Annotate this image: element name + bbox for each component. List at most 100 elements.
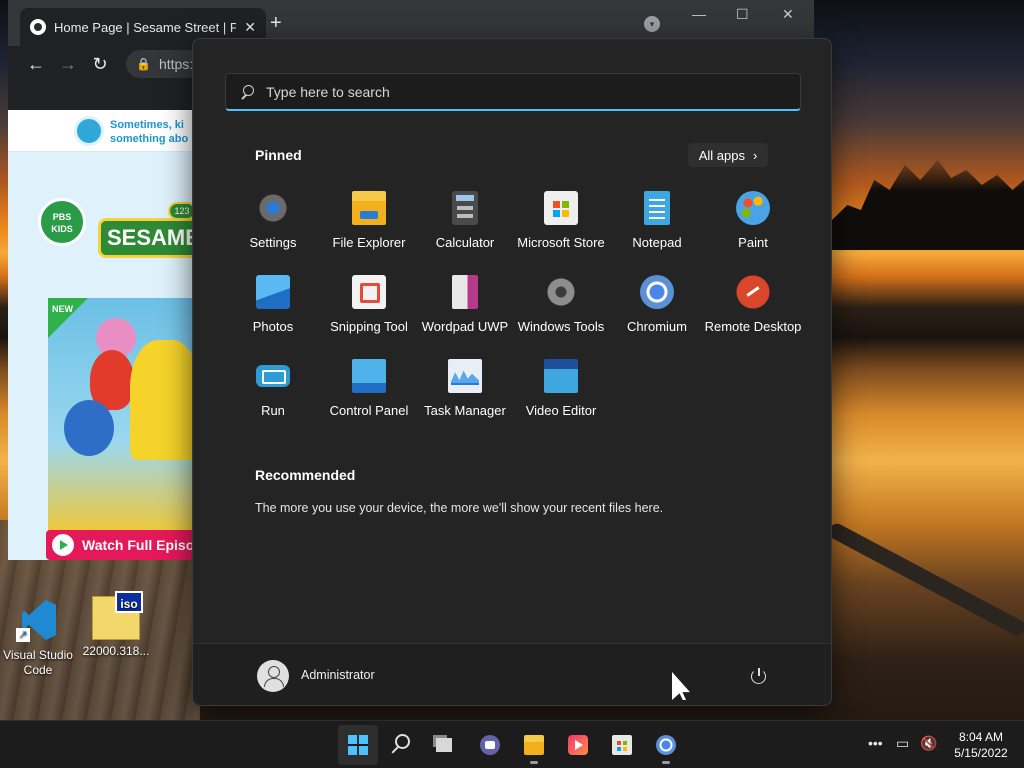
pinned-app-snipping-tool[interactable]: Snipping Tool bbox=[321, 269, 417, 353]
pinned-app-label: Photos bbox=[252, 319, 294, 334]
file-explorer-icon bbox=[524, 735, 544, 755]
maximize-button[interactable]: ☐ bbox=[736, 6, 749, 23]
media-player-icon bbox=[568, 735, 588, 755]
volume-muted-icon[interactable]: 🔇 bbox=[920, 735, 937, 752]
chromium-icon bbox=[640, 275, 674, 309]
power-icon[interactable] bbox=[751, 668, 767, 684]
taskbar-clock[interactable]: 8:04 AM 5/15/2022 bbox=[946, 729, 1016, 761]
file-explorer-icon bbox=[352, 191, 386, 225]
iso-file-icon: iso bbox=[92, 591, 143, 640]
vscode-icon: ↗ bbox=[14, 596, 62, 644]
pinned-app-windows-tools[interactable]: Windows Tools bbox=[513, 269, 609, 353]
start-menu: Type here to search Pinned All apps › Se… bbox=[192, 38, 832, 706]
pinned-app-microsoft-store[interactable]: Microsoft Store bbox=[513, 185, 609, 269]
search-icon bbox=[240, 84, 254, 99]
pinned-app-photos[interactable]: Photos bbox=[225, 269, 321, 353]
pinned-app-label: Video Editor bbox=[525, 403, 597, 418]
new-tab-button[interactable]: + bbox=[270, 12, 282, 35]
pinned-app-calculator[interactable]: Calculator bbox=[417, 185, 513, 269]
search-icon bbox=[395, 734, 410, 749]
notepad-icon bbox=[644, 191, 670, 225]
pinned-app-wordpad[interactable]: Wordpad UWP bbox=[417, 269, 513, 353]
windows-tools-icon bbox=[544, 275, 578, 309]
pinned-app-control-panel[interactable]: Control Panel bbox=[321, 353, 417, 437]
back-icon[interactable]: ← bbox=[20, 54, 52, 75]
tray-overflow-icon[interactable]: ••• bbox=[868, 735, 883, 751]
start-search-input[interactable]: Type here to search bbox=[225, 73, 801, 111]
lightbulb-icon bbox=[74, 116, 104, 146]
taskbar-store-button[interactable] bbox=[602, 725, 642, 765]
pinned-app-paint[interactable]: Paint bbox=[705, 185, 801, 269]
pinned-app-label: Windows Tools bbox=[517, 319, 605, 334]
run-icon bbox=[256, 365, 290, 387]
pinned-app-video-editor[interactable]: Video Editor bbox=[513, 353, 609, 437]
network-icon[interactable]: ▭ bbox=[896, 735, 909, 752]
taskbar-media-player-button[interactable] bbox=[558, 725, 598, 765]
taskbar-task-view-button[interactable] bbox=[426, 725, 466, 765]
running-indicator bbox=[662, 761, 670, 764]
video-editor-icon bbox=[544, 359, 578, 393]
pinned-app-label: Paint bbox=[738, 235, 768, 250]
search-placeholder: Type here to search bbox=[266, 83, 390, 100]
desktop-icon-iso[interactable]: iso 22000.318... bbox=[80, 591, 152, 659]
reload-icon[interactable]: ↻ bbox=[84, 54, 116, 75]
photos-icon bbox=[256, 275, 290, 309]
chromium-icon bbox=[656, 735, 676, 755]
start-footer: Administrator bbox=[193, 643, 831, 705]
pinned-app-settings[interactable]: Settings bbox=[225, 185, 321, 269]
pinned-app-task-manager[interactable]: Task Manager bbox=[417, 353, 513, 437]
remote-desktop-icon bbox=[736, 275, 770, 309]
pinned-app-file-explorer[interactable]: File Explorer bbox=[321, 185, 417, 269]
chevron-right-icon: › bbox=[752, 147, 758, 163]
user-avatar-icon[interactable] bbox=[257, 660, 289, 692]
pinned-app-label: Settings bbox=[249, 235, 297, 250]
watch-full-episodes-button[interactable]: Watch Full Episo bbox=[46, 530, 208, 560]
pbs-kids-logo[interactable]: PBS KIDS bbox=[38, 198, 86, 246]
clock-date: 5/15/2022 bbox=[954, 746, 1008, 760]
pinned-heading: Pinned bbox=[255, 147, 302, 163]
pinned-app-label: Remote Desktop bbox=[704, 319, 802, 334]
desktop-icon-vscode[interactable]: ↗ Visual Studio Code bbox=[2, 596, 74, 678]
iso-badge: iso bbox=[115, 591, 143, 613]
taskbar-chromium-button[interactable] bbox=[646, 725, 686, 765]
pinned-app-label: Run bbox=[261, 403, 285, 418]
pinned-app-label: Snipping Tool bbox=[330, 319, 408, 334]
close-window-button[interactable]: ✕ bbox=[782, 6, 794, 23]
pinned-app-label: Wordpad UWP bbox=[421, 319, 509, 334]
banner-text[interactable]: Sometimes, ki something abo bbox=[110, 118, 200, 146]
taskbar-file-explorer-button[interactable] bbox=[514, 725, 554, 765]
taskbar-start-button[interactable] bbox=[338, 725, 378, 765]
all-apps-label: All apps bbox=[698, 147, 745, 163]
microsoft-store-icon bbox=[612, 735, 632, 755]
task-view-icon bbox=[436, 738, 452, 752]
minimize-button[interactable]: — bbox=[692, 6, 706, 22]
lock-icon: 🔒 bbox=[136, 57, 151, 71]
tab-close-icon[interactable]: ✕ bbox=[244, 19, 256, 36]
all-apps-button[interactable]: All apps › bbox=[688, 143, 768, 167]
sesame-favicon-icon bbox=[30, 19, 46, 35]
pinned-app-label: Notepad bbox=[632, 235, 682, 250]
start-icon bbox=[348, 735, 368, 755]
pinned-app-notepad[interactable]: Notepad bbox=[609, 185, 705, 269]
tab-title: Home Page | Sesame Street | PB bbox=[54, 19, 237, 35]
pinned-app-label: Task Manager bbox=[424, 403, 506, 418]
pinned-app-label: Control Panel bbox=[329, 403, 409, 418]
recommended-heading: Recommended bbox=[255, 467, 356, 483]
microsoft-store-icon bbox=[544, 191, 578, 225]
taskbar: ••• ▭ 🔇 8:04 AM 5/15/2022 bbox=[0, 720, 1024, 768]
big-bird-character-image bbox=[130, 340, 200, 460]
pinned-app-remote-desktop[interactable]: Remote Desktop bbox=[705, 269, 801, 353]
pinned-app-run[interactable]: Run bbox=[225, 353, 321, 437]
running-indicator bbox=[530, 761, 538, 764]
forward-icon[interactable]: → bbox=[52, 54, 84, 75]
user-name[interactable]: Administrator bbox=[301, 668, 375, 682]
desktop-icon-label: Visual Studio Code bbox=[3, 648, 73, 677]
pinned-app-chromium[interactable]: Chromium bbox=[609, 269, 705, 353]
pinned-app-label: Chromium bbox=[627, 319, 687, 334]
taskbar-search-button[interactable] bbox=[382, 725, 422, 765]
cookie-monster-character-image bbox=[64, 400, 114, 456]
snipping-tool-icon bbox=[352, 275, 386, 309]
taskbar-chat-button[interactable] bbox=[470, 725, 510, 765]
pinned-app-label: Calculator bbox=[435, 235, 495, 250]
tab-search-icon[interactable]: ▾ bbox=[644, 16, 660, 32]
